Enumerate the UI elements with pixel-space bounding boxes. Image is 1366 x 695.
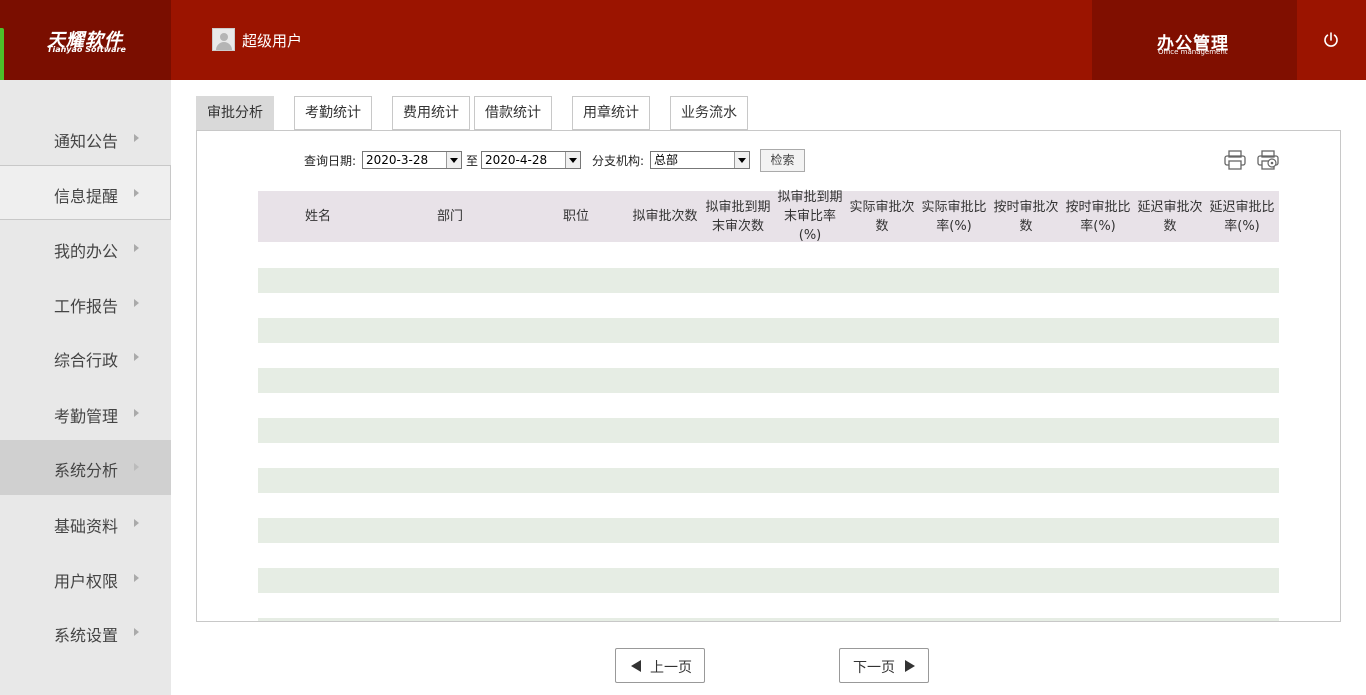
table-row [258, 368, 1279, 393]
table-row [258, 618, 1279, 621]
tab-approval-analysis[interactable]: 审批分析 [196, 96, 274, 130]
branch-value: 总部 [654, 153, 679, 167]
chevron-right-icon [134, 299, 139, 307]
chevron-right-icon [134, 519, 139, 527]
sidebar-item-label: 基础资料 [54, 517, 119, 536]
chevron-right-icon [134, 353, 139, 361]
sidebar-item-user-permissions[interactable]: 用户权限 [0, 551, 171, 606]
search-button[interactable]: 检索 [760, 149, 805, 172]
table-row [258, 418, 1279, 443]
sidebar-item-system-settings[interactable]: 系统设置 [0, 605, 171, 660]
tab-loan-stats[interactable]: 借款统计 [474, 96, 552, 130]
chevron-right-icon [134, 409, 139, 417]
table-row [258, 518, 1279, 543]
sidebar-item-label: 工作报告 [54, 297, 119, 316]
triangle-right-icon [905, 660, 915, 672]
chevron-right-icon [134, 628, 139, 636]
column-header: 延迟审批次数 [1137, 199, 1203, 234]
next-page-button[interactable]: 下一页 [839, 648, 929, 683]
column-header: 姓名 [304, 209, 331, 224]
sidebar-item-administration[interactable]: 综合行政 [0, 330, 171, 385]
column-header: 实际审批次数 [849, 199, 915, 234]
next-page-label: 下一页 [853, 660, 895, 676]
sidebar-item-label: 信息提醒 [54, 187, 119, 206]
sidebar-item-notices[interactable]: 通知公告 [0, 111, 171, 166]
tab-business-flow[interactable]: 业务流水 [670, 96, 748, 130]
table-row [258, 318, 1279, 343]
sidebar-item-label: 综合行政 [54, 351, 119, 370]
logo-text-en: Tianyao Software [47, 45, 126, 54]
chevron-right-icon [134, 189, 139, 197]
table-row [258, 568, 1279, 593]
logo: 天耀软件 Tianyao Software [0, 0, 171, 80]
date-to-label: 至 [466, 154, 479, 168]
column-header: 部门 [436, 209, 463, 224]
sidebar-item-label: 考勤管理 [54, 407, 119, 426]
prev-page-button[interactable]: 上一页 [615, 648, 705, 683]
sidebar-item-my-office[interactable]: 我的办公 [0, 221, 171, 276]
date-to-select[interactable]: 2020-4-28 [481, 151, 581, 169]
table-header: 姓名 部门 职位 拟审批次数 拟审批到期末审次数 拟审批到期末审比率(%) 实际… [258, 190, 1279, 243]
sidebar-item-label: 我的办公 [54, 242, 119, 261]
print-settings-icon[interactable] [1257, 150, 1279, 170]
column-header: 按时审批次数 [993, 199, 1059, 234]
date-label: 查询日期: [304, 154, 357, 168]
module-title-en: Office management [1158, 48, 1228, 56]
chevron-down-icon [734, 152, 749, 168]
chevron-down-icon [565, 152, 580, 168]
column-header: 拟审批到期末审次数 [705, 199, 771, 234]
sidebar-item-label: 系统分析 [54, 461, 119, 480]
print-icon[interactable] [1224, 150, 1246, 170]
user-name[interactable]: 超级用户 [242, 30, 302, 51]
sidebar-item-label: 通知公告 [54, 132, 119, 151]
column-header: 延迟审批比率(%) [1209, 199, 1275, 234]
date-from-value: 2020-3-28 [366, 153, 429, 167]
branch-label: 分支机构: [592, 154, 645, 168]
tab-seal-stats[interactable]: 用章统计 [572, 96, 650, 130]
branch-select[interactable]: 总部 [650, 151, 750, 169]
power-icon[interactable] [1322, 31, 1340, 49]
user-avatar-icon[interactable] [212, 28, 235, 51]
date-to-value: 2020-4-28 [485, 153, 548, 167]
column-header: 拟审批到期末审比率(%) [777, 190, 843, 243]
chevron-right-icon [134, 574, 139, 582]
column-header: 职位 [562, 209, 589, 224]
tab-expense-stats[interactable]: 费用统计 [392, 96, 470, 130]
prev-page-label: 上一页 [650, 660, 692, 676]
sidebar-item-work-report[interactable]: 工作报告 [0, 276, 171, 331]
column-header: 拟审批次数 [632, 209, 698, 224]
chevron-right-icon [134, 244, 139, 252]
date-from-select[interactable]: 2020-3-28 [362, 151, 462, 169]
chevron-right-icon [134, 463, 139, 471]
tab-attendance-stats[interactable]: 考勤统计 [294, 96, 372, 130]
sidebar-item-label: 系统设置 [54, 626, 119, 645]
sidebar-item-label: 用户权限 [54, 572, 119, 591]
table-row [258, 268, 1279, 293]
triangle-left-icon [631, 660, 641, 672]
sidebar-item-system-analysis[interactable]: 系统分析 [0, 440, 171, 495]
column-header: 实际审批比率(%) [921, 199, 987, 234]
chevron-right-icon [134, 134, 139, 142]
sidebar-item-attendance[interactable]: 考勤管理 [0, 386, 171, 441]
sidebar-item-reminders[interactable]: 信息提醒 [0, 165, 171, 220]
column-header: 按时审批比率(%) [1065, 199, 1131, 234]
table-row [258, 468, 1279, 493]
sidebar-item-basic-data[interactable]: 基础资料 [0, 496, 171, 551]
chevron-down-icon [446, 152, 461, 168]
top-header: 天耀软件 Tianyao Software 超级用户 办公管理 Office m… [0, 0, 1366, 80]
module-title-box: 办公管理 Office management [1092, 0, 1297, 80]
